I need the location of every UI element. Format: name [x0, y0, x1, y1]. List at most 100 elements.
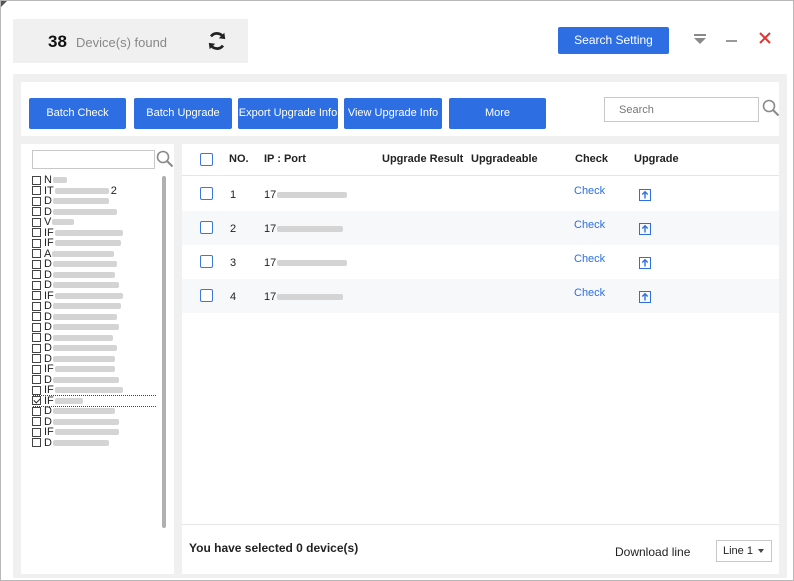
device-count: 38: [48, 32, 67, 51]
row-number: 3: [230, 257, 237, 269]
device-checkbox[interactable]: [32, 396, 41, 406]
device-tree-label: D: [44, 196, 109, 207]
device-count-label: Device(s) found: [76, 35, 168, 50]
table-row[interactable]: 3 17 Check: [182, 245, 779, 279]
device-checkbox[interactable]: [32, 249, 41, 259]
device-tree-label: D: [44, 416, 119, 427]
device-tree-label: IF: [44, 290, 123, 301]
device-checkbox[interactable]: [32, 217, 41, 227]
device-checkbox[interactable]: [32, 406, 41, 416]
device-tree-label: D: [44, 437, 109, 448]
device-checkbox[interactable]: [32, 385, 41, 395]
view-upgrade-info-button[interactable]: View Upgrade Info: [344, 98, 442, 129]
row-number: 2: [230, 223, 237, 235]
device-tree-list: N IT 2 D D V IF IF A D D D IF D D D D D D IF D IF IF D D IF D: [32, 175, 157, 571]
device-checkbox[interactable]: [32, 375, 41, 385]
device-tree-item[interactable]: D: [32, 437, 157, 448]
device-tree-label: D: [44, 206, 117, 217]
more-button[interactable]: More: [449, 98, 546, 129]
device-checkbox[interactable]: [32, 417, 41, 427]
chevron-down-icon: [758, 549, 764, 553]
upgrade-icon[interactable]: [639, 223, 651, 235]
device-checkbox[interactable]: [32, 364, 41, 374]
device-checkbox[interactable]: [32, 354, 41, 364]
search-icon[interactable]: [762, 99, 780, 117]
select-all-checkbox[interactable]: [200, 153, 213, 166]
upgrade-icon[interactable]: [639, 257, 651, 269]
device-tree-label: D: [44, 343, 117, 354]
batch-upgrade-button[interactable]: Batch Upgrade: [134, 98, 232, 129]
table-row[interactable]: 1 17 Check: [182, 177, 779, 211]
table-row[interactable]: 4 17 Check: [182, 279, 779, 313]
device-tree-label: V: [44, 217, 75, 228]
row-checkbox[interactable]: [200, 187, 213, 200]
device-checkbox[interactable]: [32, 228, 41, 238]
device-checkbox[interactable]: [32, 270, 41, 280]
close-icon[interactable]: [757, 30, 773, 46]
upgrade-icon[interactable]: [639, 189, 651, 201]
minimize-icon[interactable]: [726, 40, 737, 42]
filter-icon[interactable]: [694, 34, 706, 44]
device-tree-label: N: [44, 175, 67, 186]
refresh-icon[interactable]: [206, 30, 228, 52]
row-checkbox[interactable]: [200, 289, 213, 302]
device-checkbox[interactable]: [32, 438, 41, 448]
device-tree-label: D: [44, 301, 121, 312]
row-checkbox[interactable]: [200, 255, 213, 268]
column-header: IP : Port: [264, 153, 306, 165]
window-corner-marker: [1, 1, 7, 7]
device-tree-label: IF: [44, 227, 123, 238]
device-tree-label: IF: [44, 364, 115, 375]
search-box[interactable]: [604, 97, 759, 122]
device-checkbox[interactable]: [32, 259, 41, 269]
row-ip-port: 17: [264, 257, 348, 269]
check-link[interactable]: Check: [574, 185, 605, 197]
device-tree-label: D: [44, 374, 119, 385]
row-ip-port: 17: [264, 223, 344, 235]
download-line-select[interactable]: Line 1: [716, 540, 772, 562]
device-checkbox[interactable]: [32, 301, 41, 311]
device-checkbox[interactable]: [32, 322, 41, 332]
search-icon[interactable]: [156, 150, 174, 168]
device-checkbox[interactable]: [32, 196, 41, 206]
batch-check-button[interactable]: Batch Check: [29, 98, 126, 129]
device-checkbox[interactable]: [32, 238, 41, 248]
device-tree-panel: N IT 2 D D V IF IF A D D D IF D D D D D D IF D IF IF D D IF D: [21, 144, 174, 574]
device-tree-label: D: [44, 406, 115, 417]
export-upgrade-info-button[interactable]: Export Upgrade Info: [238, 98, 338, 129]
upgrade-icon[interactable]: [639, 291, 651, 303]
device-checkbox[interactable]: [32, 343, 41, 353]
device-checkbox[interactable]: [32, 333, 41, 343]
row-ip-port: 17: [264, 189, 348, 201]
check-link[interactable]: Check: [574, 219, 605, 231]
device-checkbox[interactable]: [32, 427, 41, 437]
device-checkbox[interactable]: [32, 291, 41, 301]
device-tree-scrollbar[interactable]: [162, 176, 166, 528]
device-tree-label: IF: [44, 238, 121, 249]
download-line-value: Line 1: [723, 545, 753, 557]
row-number: 1: [230, 189, 237, 201]
search-input[interactable]: [605, 98, 758, 121]
table-header: NO. IP : Port Upgrade Result Upgradeable…: [182, 144, 779, 176]
device-tree-label: D: [44, 311, 117, 322]
device-tree-label: D: [44, 332, 113, 343]
row-number: 4: [230, 291, 237, 303]
device-table-panel: NO. IP : Port Upgrade Result Upgradeable…: [182, 144, 779, 574]
devices-found-panel: 38 Device(s) found: [13, 19, 248, 63]
row-checkbox[interactable]: [200, 221, 213, 234]
check-link[interactable]: Check: [574, 287, 605, 299]
download-line-label: Download line: [615, 545, 691, 559]
device-checkbox[interactable]: [32, 207, 41, 217]
device-checkbox[interactable]: [32, 175, 41, 185]
column-header: Check: [575, 153, 609, 165]
device-checkbox[interactable]: [32, 280, 41, 290]
check-link[interactable]: Check: [574, 253, 605, 265]
device-tree-label: IF: [44, 385, 123, 396]
device-filter-input[interactable]: [32, 150, 155, 169]
table-row[interactable]: 2 17 Check: [182, 211, 779, 245]
device-checkbox[interactable]: [32, 312, 41, 322]
device-tree-label: IF: [44, 395, 83, 406]
search-setting-button[interactable]: Search Setting: [558, 27, 669, 54]
column-header: NO.: [229, 153, 249, 165]
device-checkbox[interactable]: [32, 186, 41, 196]
